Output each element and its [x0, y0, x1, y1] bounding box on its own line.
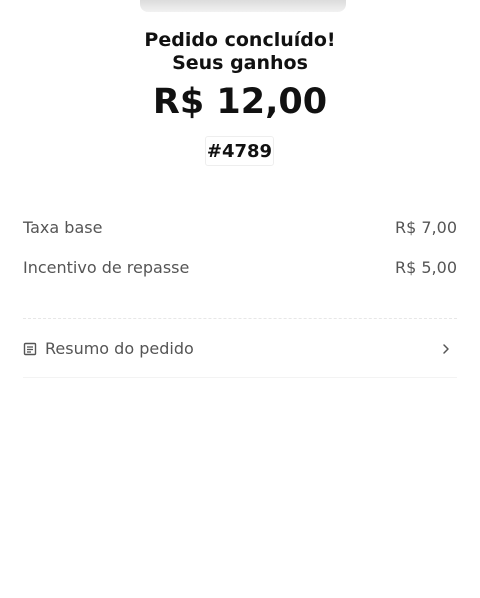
total-earnings: R$ 12,00: [152, 82, 328, 122]
earnings-row-value: R$ 5,00: [394, 258, 457, 277]
order-number-badge: #4789: [205, 136, 274, 166]
order-summary-left: Resumo do pedido: [23, 339, 194, 358]
earnings-row-base-fee: Taxa base R$ 7,00: [23, 218, 457, 237]
divider: [23, 377, 457, 378]
earnings-row-label: Incentivo de repasse: [23, 258, 190, 277]
chevron-right-icon: [439, 341, 453, 355]
sheet-handle: [140, 0, 346, 12]
earnings-row-incentive: Incentivo de repasse R$ 5,00: [23, 258, 457, 277]
earnings-row-label: Taxa base: [23, 218, 103, 237]
order-summary-label: Resumo do pedido: [45, 338, 194, 358]
page-subtitle: Seus ganhos: [172, 52, 308, 74]
document-icon: [23, 341, 37, 356]
divider: [23, 318, 457, 319]
page-title: Pedido concluído!: [144, 29, 336, 51]
earnings-screen: Pedido concluído! Seus ganhos R$ 12,00 #…: [0, 0, 480, 598]
earnings-row-value: R$ 7,00: [394, 218, 457, 237]
order-summary-link[interactable]: Resumo do pedido: [23, 331, 457, 365]
